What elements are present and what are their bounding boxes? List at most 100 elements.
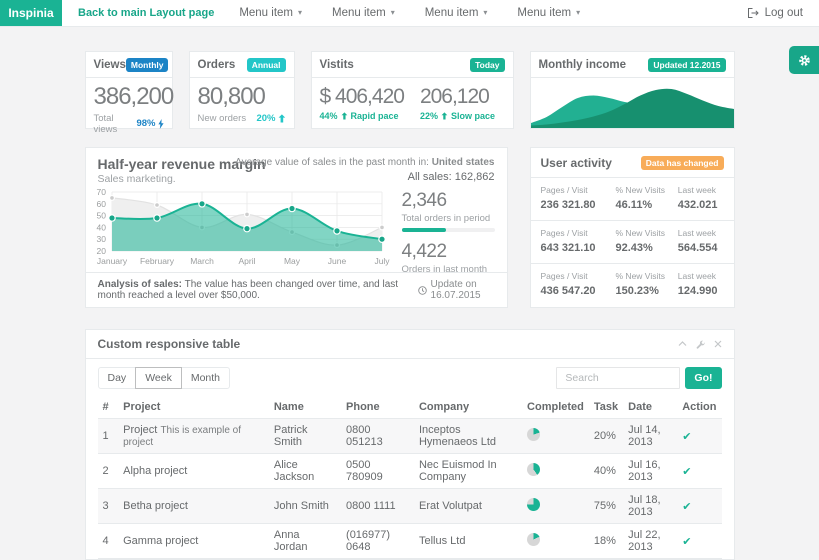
orders-delta: 20% [256, 113, 275, 124]
check-icon: ✔ [682, 466, 691, 478]
svg-text:March: March [190, 256, 214, 266]
svg-text:40: 40 [96, 222, 106, 232]
wrench-icon[interactable] [696, 340, 705, 349]
updated-badge: Updated 12.2015 [648, 58, 725, 72]
svg-text:70: 70 [96, 187, 106, 197]
table-panel-title: Custom responsive table [98, 337, 241, 351]
orders-period-value: 2,346 [402, 190, 495, 212]
chevron-down-icon: ▾ [391, 9, 395, 17]
main-menu: Menu item▾ Menu item▾ Menu item▾ Menu it… [224, 7, 595, 19]
user-activity-row: Pages / Visit236 321.80 % New Visits46.1… [531, 177, 734, 220]
completed-pie [527, 428, 540, 441]
views-delta: 98% [136, 118, 155, 129]
chevron-down-icon: ▾ [483, 9, 487, 17]
svg-text:June: June [327, 256, 346, 266]
annual-badge: Annual [247, 58, 286, 72]
monthly-badge: Monthly [126, 58, 169, 72]
tab-day[interactable]: Day [98, 367, 137, 389]
table-row: 4 Gamma project Anna Jordan (016977) 064… [98, 524, 722, 559]
svg-text:60: 60 [96, 199, 106, 209]
level-up-icon [278, 114, 286, 123]
orders-period-label: Total orders in period [402, 213, 495, 224]
svg-text:20: 20 [96, 246, 106, 256]
revenue-panel: Half-year revenue margin Sales marketing… [85, 147, 508, 308]
vistits-value-2: 206,120 [420, 84, 495, 109]
collapse-icon[interactable] [678, 341, 687, 347]
monthly-income-title: Monthly income [539, 59, 627, 71]
vistits-delta-2: 22% [420, 111, 438, 121]
table-row: 1 Project This is example of project Pat… [98, 419, 722, 454]
svg-text:50: 50 [96, 211, 106, 221]
completed-pie [527, 533, 540, 546]
range-tabs: Day Week Month [98, 367, 231, 389]
chevron-down-icon: ▾ [576, 9, 580, 17]
bolt-icon [158, 119, 164, 129]
search-input[interactable] [556, 367, 680, 389]
go-button[interactable]: Go! [685, 367, 721, 389]
check-icon: ✔ [682, 501, 691, 513]
views-label: Total views [94, 113, 137, 135]
close-icon[interactable] [714, 340, 722, 348]
check-icon: ✔ [682, 431, 691, 443]
income-chart-svg [531, 78, 734, 128]
top-navbar: Inspinia Back to main Layout page Menu i… [0, 0, 819, 27]
custom-table-panel: Custom responsive table Day Week Month G… [85, 329, 735, 560]
orders-card: Orders Annual 80,800 New orders 20% [189, 51, 295, 129]
gear-icon [798, 54, 811, 67]
theme-settings-button[interactable] [789, 46, 819, 74]
check-icon: ✔ [682, 536, 691, 548]
orders-card-title: Orders [198, 59, 236, 71]
completed-pie [527, 463, 540, 476]
sign-out-icon [748, 8, 759, 18]
vistits-value-1: $ 406,420 [320, 84, 404, 109]
today-badge: Today [470, 58, 504, 72]
views-card: Views Monthly 386,200 Total views 98% [85, 51, 173, 129]
svg-text:April: April [238, 256, 255, 266]
clock-icon [418, 286, 427, 295]
revenue-chart-svg: 20 30 4050 60 70 January February March April May… [92, 187, 392, 271]
views-card-title: Views [94, 59, 126, 71]
logout-button[interactable]: Log out [748, 7, 803, 19]
vistits-note-1: Rapid pace [351, 111, 399, 121]
menu-item-4[interactable]: Menu item▾ [502, 7, 595, 19]
vistits-card: Vistits Today $ 406,420 44% Rapid pace 20… [311, 51, 514, 129]
menu-item-1[interactable]: Menu item▾ [224, 7, 317, 19]
completed-pie [527, 498, 540, 511]
level-up-icon [341, 112, 348, 120]
svg-text:January: January [96, 256, 127, 266]
svg-text:February: February [139, 256, 174, 266]
projects-table: # Project Name Phone Company Completed T… [98, 398, 722, 559]
orders-month-value: 4,422 [402, 241, 495, 263]
user-activity-row: Pages / Visit436 547.20 % New Visits150.… [531, 263, 734, 306]
tab-month[interactable]: Month [181, 367, 230, 389]
tab-week[interactable]: Week [135, 367, 182, 389]
table-row: 3 Betha project John Smith 0800 1111 Era… [98, 489, 722, 524]
vistits-delta-1: 44% [320, 111, 338, 121]
menu-item-3[interactable]: Menu item▾ [410, 7, 503, 19]
vistits-note-2: Slow pace [451, 111, 495, 121]
update-date: Update on 16.07.2015 [418, 279, 495, 301]
orders-period-progress [402, 228, 495, 232]
all-sales-line: All sales: 162,862 [235, 171, 494, 183]
avg-sales-line: Average value of sales in the past month… [235, 157, 494, 168]
svg-text:July: July [374, 256, 390, 266]
dashboard-content: Views Monthly 386,200 Total views 98% Or… [85, 27, 735, 560]
svg-text:May: May [283, 256, 300, 266]
monthly-income-card: Monthly income Updated 12.2015 [530, 51, 735, 129]
data-changed-badge: Data has changed [641, 156, 724, 170]
user-activity-title: User activity [541, 156, 612, 170]
svg-text:30: 30 [96, 234, 106, 244]
user-activity-panel: User activity Data has changed Pages / V… [530, 147, 735, 308]
user-activity-row: Pages / Visit643 321.10 % New Visits92.4… [531, 220, 734, 263]
menu-item-2[interactable]: Menu item▾ [317, 7, 410, 19]
orders-label: New orders [198, 113, 247, 124]
level-up-icon [441, 112, 448, 120]
table-row: 2 Alpha project Alice Jackson 0500 78090… [98, 454, 722, 489]
views-value: 386,200 [94, 83, 164, 111]
back-to-layout-link[interactable]: Back to main Layout page [78, 7, 214, 19]
chevron-down-icon: ▾ [298, 9, 302, 17]
vistits-card-title: Vistits [320, 59, 354, 71]
orders-value: 80,800 [198, 83, 286, 111]
brand-logo[interactable]: Inspinia [0, 0, 62, 26]
analysis-text: Analysis of sales: The value has been ch… [98, 279, 418, 301]
